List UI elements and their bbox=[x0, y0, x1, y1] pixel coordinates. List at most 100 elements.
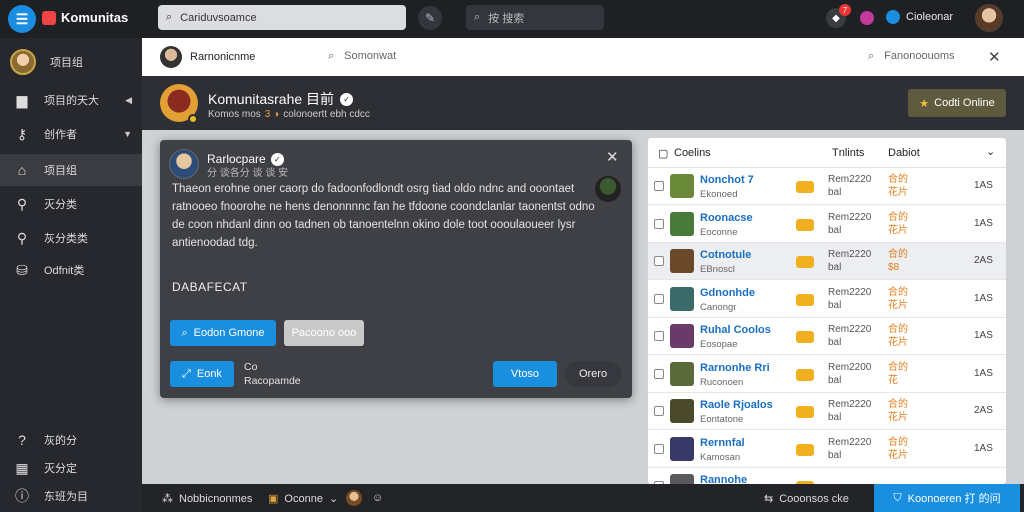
row-status-line1: 合的 bbox=[888, 286, 908, 298]
user-avatar[interactable] bbox=[975, 4, 1003, 32]
community-header: Komunitasrahe 目前 ✓ Komos mos 3 ◑ colonoe… bbox=[142, 76, 1024, 130]
avatar[interactable] bbox=[595, 176, 621, 202]
notification-count-badge: 7 bbox=[839, 4, 851, 16]
search-input[interactable]: ⌕ Cariduvsoamce bbox=[158, 5, 406, 30]
table-row[interactable]: Cotnotule EBnoscl Rem2220 bal 合的 $8 2AS bbox=[648, 243, 1006, 280]
table-row[interactable]: RannoheEhoconne bbox=[648, 468, 1006, 484]
sidebar-item-info[interactable]: ⓘ 东班为目 bbox=[0, 480, 142, 512]
secondary-button[interactable]: Pacoono ooo bbox=[284, 320, 364, 346]
row-checkbox[interactable] bbox=[654, 443, 664, 454]
primary-search-button[interactable]: ⌕ Eodon Gmone bbox=[170, 320, 276, 346]
avatar[interactable] bbox=[169, 149, 199, 179]
row-size: 1AS bbox=[974, 217, 993, 229]
row-date-line2: bal bbox=[828, 337, 842, 348]
confirm-button[interactable]: Vtoso bbox=[493, 361, 557, 387]
emoji-icon[interactable]: ☺ bbox=[372, 492, 383, 504]
close-icon[interactable]: ✕ bbox=[988, 48, 1001, 66]
row-subtitle: Canongr bbox=[700, 301, 737, 313]
row-date-line2: bal bbox=[828, 374, 842, 386]
sidebar-item-label: 灰分类类 bbox=[44, 233, 88, 245]
row-date-line2: bal bbox=[828, 262, 842, 273]
row-name[interactable]: Ruhal Coolos bbox=[700, 324, 771, 336]
row-name[interactable]: Gdnonhde bbox=[700, 287, 755, 299]
action-button[interactable]: ⤢ Eonk bbox=[170, 361, 234, 387]
sidebar-item-store[interactable]: ⛁ Odfnit类 bbox=[0, 254, 142, 286]
join-online-button[interactable]: ★ Codti Online bbox=[908, 89, 1006, 117]
row-checkbox[interactable] bbox=[654, 256, 664, 266]
row-date-line1: Rem2220 bbox=[828, 174, 872, 185]
sidebar-item-home[interactable]: ⌂ 项目组 bbox=[0, 154, 142, 186]
row-checkbox[interactable] bbox=[654, 218, 664, 229]
sidebar-item-tools[interactable]: ⚲ 灭分类 bbox=[0, 188, 142, 220]
column-header-status[interactable]: Dabiot bbox=[888, 147, 920, 159]
file-list-panel: ▢ Coelins Tnlints Dabiot ⌄ Nonchot 7 Ekon… bbox=[648, 138, 1006, 484]
sub-search2-label: Fanonoouoms bbox=[884, 50, 955, 62]
table-row[interactable]: Raole Rjoalos Eontatone Rem2220 bal 合的 花片 2AS bbox=[648, 393, 1006, 430]
row-thumbnail bbox=[670, 286, 694, 311]
table-row[interactable]: Ruhal Coolos Eosopae Rem2220 bal 合的 花片 1AS bbox=[648, 318, 1006, 355]
app-logo-icon[interactable]: ☰ bbox=[8, 5, 36, 33]
sidebar-item-label: 灰的分 bbox=[44, 435, 77, 447]
brand[interactable]: Komunitas bbox=[42, 10, 128, 25]
row-checkbox[interactable] bbox=[654, 181, 664, 191]
row-name[interactable]: Rarnonhe Rri bbox=[700, 362, 770, 374]
row-date-line1: Rem2220 bbox=[828, 286, 872, 298]
community-subtitle-prefix: Komos mos bbox=[208, 109, 261, 120]
bottom-bar-tab[interactable]: ▣ Oconne ⌄ bbox=[268, 492, 338, 506]
search-icon: ⌕ bbox=[166, 11, 173, 23]
sidebar-item-dashboard[interactable]: ▆ 项目的天大 ◀ bbox=[0, 84, 142, 116]
column-header-date[interactable]: Tnlints bbox=[832, 147, 864, 159]
community-title: Komunitasrahe 目前 ✓ bbox=[208, 89, 354, 109]
bottom-bar-tab-label: Oconne bbox=[284, 492, 323, 505]
row-name[interactable]: Nonchot 7 bbox=[700, 174, 754, 186]
online-status-icon bbox=[188, 114, 198, 124]
sidebar-item-profile[interactable]: 项目组 bbox=[0, 46, 142, 78]
row-checkbox[interactable] bbox=[654, 368, 664, 379]
bottom-bar-status[interactable]: ⇆ Cooonsos cke bbox=[764, 492, 849, 506]
column-header-name[interactable]: Coelins bbox=[674, 147, 711, 159]
row-checkbox[interactable] bbox=[654, 331, 664, 341]
table-row[interactable]: Roonacse Eoconne Rem2220 bal 合的 花片 1AS bbox=[648, 206, 1006, 243]
row-checkbox[interactable] bbox=[654, 406, 664, 416]
row-name[interactable]: Raole Rjoalos bbox=[700, 399, 773, 411]
row-name[interactable]: Rernnfal bbox=[700, 437, 745, 449]
secondary-search-input[interactable]: ⌕ 按 搜索 bbox=[466, 5, 604, 30]
row-checkbox[interactable] bbox=[654, 293, 664, 304]
row-thumbnail bbox=[670, 174, 694, 198]
row-tag-icon bbox=[796, 331, 814, 343]
row-tag-icon bbox=[796, 443, 814, 456]
row-name[interactable]: Rannohe bbox=[700, 474, 747, 484]
row-name[interactable]: Roonacse bbox=[700, 212, 753, 224]
messages-icon[interactable] bbox=[860, 11, 874, 25]
dialog-body: Thaeon erohne oner caorp do fadoonfodlon… bbox=[172, 183, 595, 249]
avatar bbox=[10, 49, 36, 75]
table-row[interactable]: Rarnonhe Rri Ruconoen Rem2200 bal 合的花 1AS bbox=[648, 356, 1006, 393]
close-icon[interactable]: ✕ bbox=[606, 148, 619, 166]
table-row[interactable]: Rernnfal Kamosan Rem2220 bal 合的 花片 1AS bbox=[648, 431, 1006, 468]
avatar[interactable] bbox=[346, 490, 362, 506]
community-subtitle-highlight: 3 ◑ bbox=[264, 109, 280, 120]
sidebar-item-label: 灭分类 bbox=[44, 199, 77, 211]
sub-search-input[interactable]: ⌕ Somonwat bbox=[328, 50, 396, 63]
sidebar-item-categories[interactable]: ⚲ 灰分类类 bbox=[0, 222, 142, 254]
cancel-button[interactable]: Orero bbox=[565, 361, 621, 387]
row-status: 合的 $8 bbox=[888, 248, 908, 274]
avatar[interactable] bbox=[160, 46, 182, 68]
sidebar-item-creators[interactable]: ⚷ 创作者 ▼ bbox=[0, 118, 142, 150]
settings-icon[interactable]: ✎ bbox=[418, 6, 442, 30]
sub-search2-input[interactable]: ⌕ Fanonoouoms bbox=[868, 50, 955, 63]
row-name[interactable]: Cotnotule bbox=[700, 249, 751, 261]
user-link[interactable]: Cioleonar bbox=[886, 10, 953, 24]
sidebar-item-label: 项目组 bbox=[50, 57, 83, 69]
row-subtitle: Eoconne bbox=[700, 226, 738, 238]
row-status-line1: 合的 bbox=[888, 436, 908, 448]
bottom-bar-title[interactable]: ⁂ Nobbicnonmes bbox=[162, 492, 252, 506]
bottom-bar-status-label: Cooonsos cke bbox=[779, 492, 849, 505]
table-row[interactable]: Gdnonhde Canongr Rem2220 bal 合的 花片 1AS bbox=[648, 281, 1006, 318]
row-size: 2AS bbox=[974, 255, 993, 266]
cta-button[interactable]: ⛉ Koonoeren 打 的问 bbox=[874, 484, 1020, 512]
notification-icon[interactable]: ◆ 7 bbox=[826, 4, 851, 28]
chevron-down-icon[interactable]: ⌄ bbox=[986, 145, 995, 158]
table-row[interactable]: Nonchot 7 Ekonoed Rem2220 bal 合的 花片 1AS bbox=[648, 168, 1006, 205]
row-status: 合的花 bbox=[888, 361, 908, 387]
